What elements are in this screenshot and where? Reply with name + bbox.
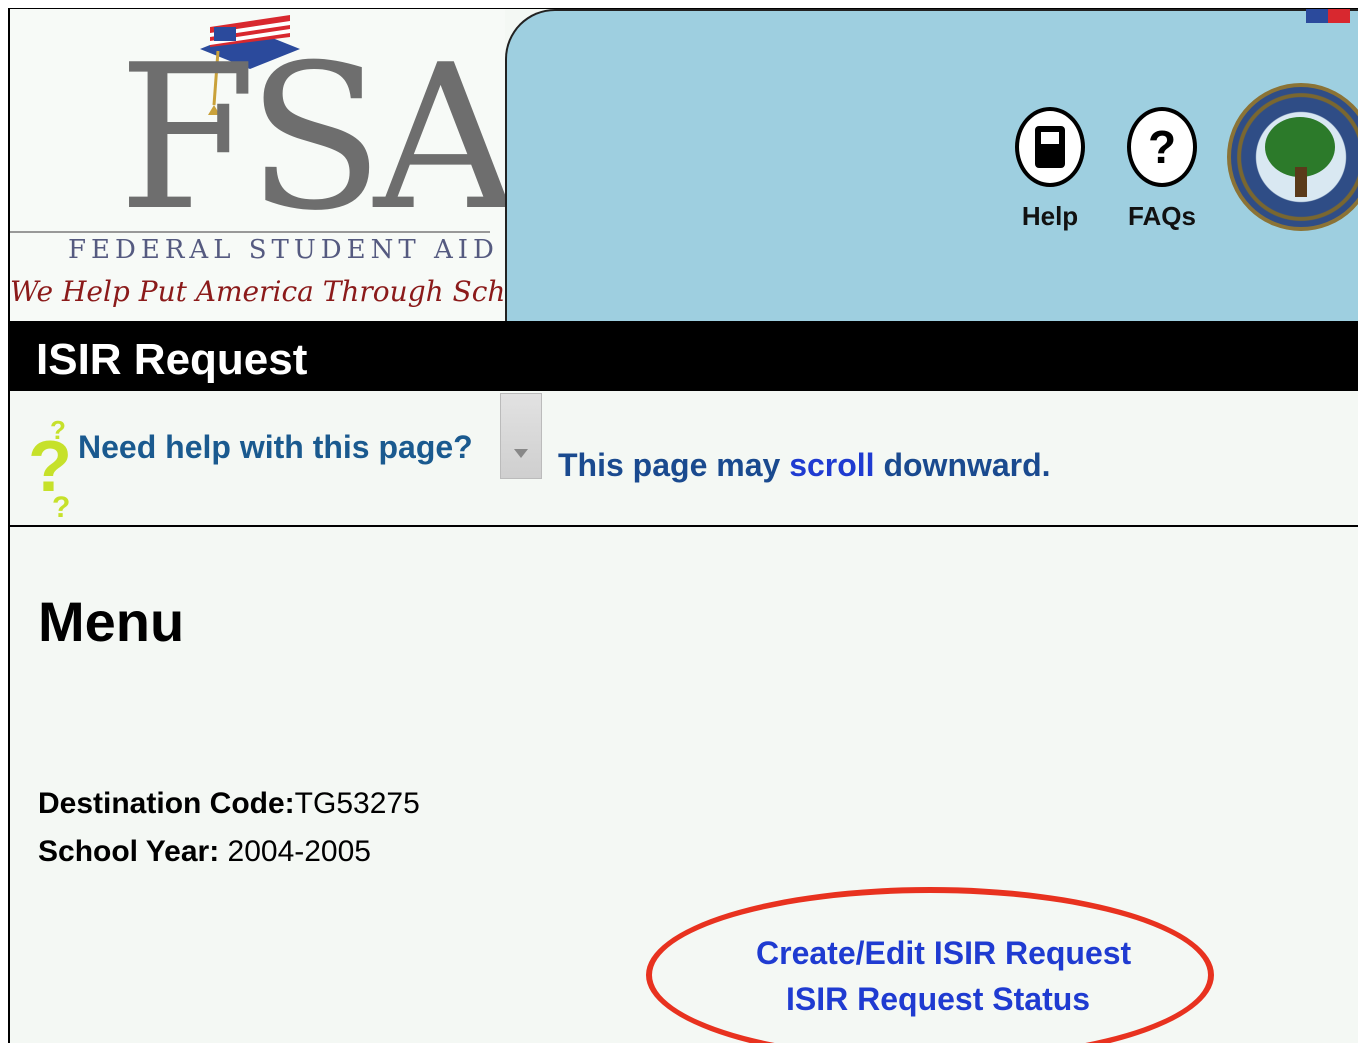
scroll-down-icon bbox=[500, 393, 542, 479]
site-header: FSA FEDERAL STUDENT AID We Help Put Amer… bbox=[10, 9, 1358, 321]
scroll-suffix: downward. bbox=[874, 447, 1051, 483]
help-page-link[interactable]: Need help with this page? bbox=[78, 429, 473, 466]
svg-text:?: ? bbox=[52, 491, 70, 521]
help-row: ? ? ? Need help with this page? This pag… bbox=[10, 391, 1358, 527]
header-panel: Help ? FAQs bbox=[505, 9, 1358, 321]
menu-heading: Menu bbox=[38, 590, 185, 653]
destination-code: Destination Code:TG53275 bbox=[38, 787, 420, 821]
school-year: School Year: 2004-2005 bbox=[38, 835, 371, 869]
highlight-oval bbox=[646, 887, 1214, 1043]
page-title: ISIR Request bbox=[36, 335, 308, 384]
seal-trunk bbox=[1295, 167, 1307, 197]
chevron-down-icon bbox=[514, 449, 528, 458]
logo-divider bbox=[10, 231, 490, 233]
flag-corner-icon bbox=[1306, 9, 1350, 23]
help-question-icon: ? ? ? bbox=[28, 415, 72, 521]
fsa-logo[interactable]: FSA FEDERAL STUDENT AID We Help Put Amer… bbox=[10, 9, 548, 321]
destination-label: Destination Code: bbox=[38, 787, 295, 820]
page-frame: FSA FEDERAL STUDENT AID We Help Put Amer… bbox=[8, 8, 1358, 1043]
faqs-button[interactable]: ? FAQs bbox=[1117, 107, 1207, 232]
school-year-label: School Year: bbox=[38, 835, 220, 868]
help-button[interactable]: Help bbox=[1007, 107, 1093, 232]
svg-text:?: ? bbox=[50, 415, 66, 445]
logo-letters: FSA bbox=[118, 22, 518, 255]
scroll-message: This page may scroll downward. bbox=[558, 447, 1051, 484]
school-year-value: 2004-2005 bbox=[219, 835, 371, 868]
scroll-prefix: This page may bbox=[558, 447, 790, 483]
department-seal-icon bbox=[1227, 83, 1358, 231]
help-book-icon bbox=[1015, 107, 1085, 187]
scroll-word: scroll bbox=[789, 447, 875, 483]
faqs-label: FAQs bbox=[1128, 201, 1196, 231]
logo-tagline: We Help Put America Through School bbox=[10, 275, 549, 308]
logo-name: FEDERAL STUDENT AID bbox=[68, 235, 499, 265]
title-bar: ISIR Request bbox=[10, 321, 1358, 391]
help-label: Help bbox=[1021, 201, 1079, 231]
question-mark-icon: ? bbox=[1127, 107, 1197, 187]
destination-value: TG53275 bbox=[294, 787, 420, 820]
